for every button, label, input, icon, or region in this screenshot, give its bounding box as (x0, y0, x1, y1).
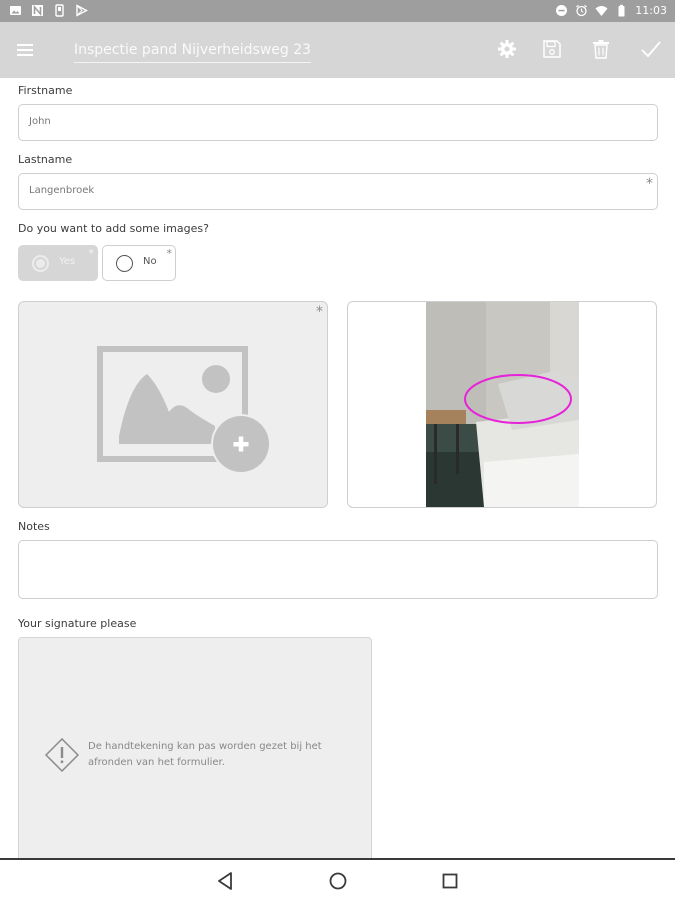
back-icon[interactable] (216, 871, 236, 891)
radio-selected-indicator (32, 255, 49, 272)
required-marker: * (88, 247, 95, 260)
home-icon[interactable] (328, 871, 348, 891)
radio-option-no[interactable]: No * (102, 245, 176, 281)
firstname-field[interactable]: John (18, 104, 658, 141)
battery-icon (618, 4, 625, 17)
radio-unselected-indicator (116, 255, 133, 272)
radio-no-label: No (143, 256, 157, 267)
image-icon (10, 6, 21, 15)
menu-icon[interactable] (16, 40, 36, 60)
images-question-label: Do you want to add some images? (18, 222, 209, 235)
photo-panel[interactable] (347, 301, 657, 508)
required-marker: * (166, 247, 173, 260)
firstname-value: John (29, 116, 51, 127)
settings-icon[interactable] (496, 38, 518, 60)
lastname-label: Lastname (18, 153, 73, 166)
required-marker: * (646, 176, 653, 192)
minus-circle-icon (556, 5, 568, 16)
clock: 11:03 (635, 4, 667, 17)
signature-message: De handtekening kan pas worden gezet bij… (88, 741, 322, 768)
alarm-icon (576, 4, 588, 17)
n-icon (32, 4, 43, 17)
warning-icon (45, 738, 79, 772)
app-toolbar: Inspectie pand Nijverheidsweg 23 (0, 22, 675, 78)
delete-icon[interactable] (590, 38, 612, 60)
photo-thumbnail[interactable] (426, 302, 579, 507)
radio-yes-label: Yes (59, 256, 76, 267)
wifi-icon (595, 6, 608, 16)
check-icon[interactable] (640, 38, 662, 60)
notes-field[interactable] (18, 540, 658, 599)
form-title-input[interactable]: Inspectie pand Nijverheidsweg 23 (74, 39, 311, 63)
recents-icon[interactable] (440, 871, 460, 891)
signature-label: Your signature please (18, 617, 137, 630)
sim-icon (55, 4, 64, 17)
signature-pad[interactable]: De handtekening kan pas worden gezet bij… (18, 637, 372, 862)
play-store-icon (76, 4, 88, 17)
navigation-bar (0, 858, 675, 900)
add-image-icon[interactable] (97, 346, 273, 476)
form-title: Inspectie pand Nijverheidsweg 23 (74, 42, 312, 58)
image-upload-panel[interactable]: * (18, 301, 328, 508)
lastname-value: Langenbroek (29, 185, 95, 196)
firstname-label: Firstname (18, 84, 73, 97)
save-icon[interactable] (541, 38, 563, 60)
lastname-field[interactable]: Langenbroek * (18, 173, 658, 210)
status-bar: 11:03 (0, 0, 675, 22)
notes-label: Notes (18, 520, 50, 533)
required-marker: * (316, 304, 323, 320)
radio-option-yes[interactable]: Yes * (18, 245, 98, 281)
